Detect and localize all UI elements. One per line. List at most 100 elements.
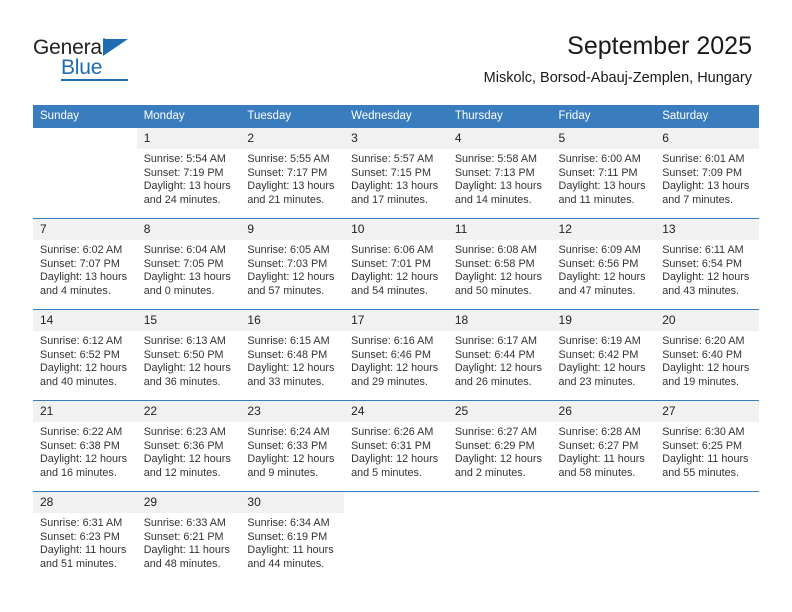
calendar-day-cell[interactable]: 17 Sunrise: 6:16 AM Sunset: 6:46 PM Dayligh… <box>344 309 448 401</box>
calendar-day-cell[interactable]: 6 Sunrise: 6:01 AM Sunset: 7:09 PM Daylight… <box>655 127 759 219</box>
calendar-day-cell[interactable]: 4 Sunrise: 5:58 AM Sunset: 7:13 PM Daylight… <box>447 127 552 219</box>
calendar-day-cell[interactable]: 15 Sunrise: 6:13 AM Sunset: 6:50 PM Dayligh… <box>136 309 241 401</box>
calendar-day-cell[interactable]: 9 Sunrise: 6:05 AM Sunset: 7:03 PM Daylight… <box>240 218 345 310</box>
calendar-day-cell[interactable]: 22 Sunrise: 6:23 AM Sunset: 6:36 PM Dayligh… <box>136 400 241 492</box>
daylight-line: Daylight: 12 hours <box>351 362 439 375</box>
daylight-line: Daylight: 12 hours <box>40 362 128 375</box>
daylight-line: Daylight: 12 hours <box>454 453 542 466</box>
calendar-day-cell[interactable]: 2 Sunrise: 5:55 AM Sunset: 7:17 PM Daylight… <box>240 127 345 219</box>
daylight-line-cont: and 57 minutes. <box>247 284 325 297</box>
day-number: 28 <box>33 492 137 513</box>
day-details: Sunrise: 6:30 AM Sunset: 6:25 PM Daylight:… <box>655 422 759 480</box>
calendar-day-cell[interactable]: 29 Sunrise: 6:33 AM Sunset: 6:21 PM Dayligh… <box>136 491 241 582</box>
sunset-line: Sunset: 7:13 PM <box>454 166 535 179</box>
logo-text-blue: Blue <box>61 56 103 79</box>
day-cell-inner: 11 Sunrise: 6:08 AM Sunset: 6:58 PM Dayligh… <box>447 219 552 309</box>
daylight-line: Daylight: 13 hours <box>558 180 646 193</box>
day-number: 30 <box>240 492 345 513</box>
day-details: Sunrise: 6:19 AM Sunset: 6:42 PM Daylight:… <box>552 331 656 389</box>
general-blue-logo: General Blue <box>33 36 163 82</box>
daylight-line: Daylight: 12 hours <box>143 453 231 466</box>
calendar-day-cell[interactable]: 25 Sunrise: 6:27 AM Sunset: 6:29 PM Dayligh… <box>447 400 552 492</box>
calendar-day-cell[interactable]: 11 Sunrise: 6:08 AM Sunset: 6:58 PM Dayligh… <box>447 218 552 310</box>
day-details: Sunrise: 6:33 AM Sunset: 6:21 PM Daylight:… <box>137 513 241 571</box>
daylight-line-cont: and 4 minutes. <box>40 284 111 297</box>
calendar-day-cell[interactable]: 18 Sunrise: 6:17 AM Sunset: 6:44 PM Dayligh… <box>447 309 552 401</box>
daylight-line: Daylight: 12 hours <box>454 271 542 284</box>
calendar-empty-cell <box>33 127 137 219</box>
daylight-line-cont: and 24 minutes. <box>143 193 221 206</box>
day-number <box>447 492 552 513</box>
sunset-line: Sunset: 7:01 PM <box>351 257 431 270</box>
sunset-line: Sunset: 6:48 PM <box>247 348 328 361</box>
sunset-line: Sunset: 6:19 PM <box>247 530 328 543</box>
calendar-day-cell[interactable]: 23 Sunrise: 6:24 AM Sunset: 6:33 PM Dayligh… <box>240 400 345 492</box>
calendar-day-cell[interactable]: 8 Sunrise: 6:04 AM Sunset: 7:05 PM Daylight… <box>136 218 241 310</box>
day-cell-inner: 2 Sunrise: 5:55 AM Sunset: 7:17 PM Daylight… <box>240 128 345 218</box>
weekday-header-friday: Friday <box>551 105 656 128</box>
daylight-line-cont: and 40 minutes. <box>40 375 117 388</box>
day-number: 3 <box>344 128 448 149</box>
day-details: Sunrise: 6:09 AM Sunset: 6:56 PM Daylight:… <box>552 240 656 298</box>
weekday-header-tuesday: Tuesday <box>240 105 345 128</box>
sunset-line: Sunset: 6:29 PM <box>454 439 535 452</box>
calendar-day-cell[interactable]: 26 Sunrise: 6:28 AM Sunset: 6:27 PM Dayligh… <box>551 400 656 492</box>
calendar-day-cell[interactable]: 1 Sunrise: 5:54 AM Sunset: 7:19 PM Daylight… <box>136 127 241 219</box>
calendar-day-cell[interactable]: 24 Sunrise: 6:26 AM Sunset: 6:31 PM Dayligh… <box>344 400 448 492</box>
sunrise-line: Sunrise: 5:55 AM <box>247 153 330 165</box>
calendar-day-cell[interactable]: 7 Sunrise: 6:02 AM Sunset: 7:07 PM Daylight… <box>33 218 137 310</box>
calendar-empty-cell <box>655 491 759 582</box>
day-details: Sunrise: 6:12 AM Sunset: 6:52 PM Daylight:… <box>33 331 137 389</box>
calendar-day-cell[interactable]: 28 Sunrise: 6:31 AM Sunset: 6:23 PM Dayligh… <box>33 491 137 582</box>
sunrise-line: Sunrise: 6:30 AM <box>662 426 745 438</box>
daylight-line-cont: and 11 minutes. <box>558 193 635 206</box>
calendar-empty-cell <box>447 491 552 582</box>
calendar-day-cell[interactable]: 5 Sunrise: 6:00 AM Sunset: 7:11 PM Daylight… <box>551 127 656 219</box>
sunrise-line: Sunrise: 6:28 AM <box>558 426 641 438</box>
day-details: Sunrise: 6:04 AM Sunset: 7:05 PM Daylight:… <box>137 240 241 298</box>
calendar-day-cell[interactable]: 10 Sunrise: 6:06 AM Sunset: 7:01 PM Dayligh… <box>344 218 448 310</box>
calendar-day-cell[interactable]: 19 Sunrise: 6:19 AM Sunset: 6:42 PM Dayligh… <box>551 309 656 401</box>
daylight-line-cont: and 33 minutes. <box>247 375 325 388</box>
day-number: 27 <box>655 401 759 422</box>
daylight-line-cont: and 55 minutes. <box>662 466 740 479</box>
day-number: 20 <box>655 310 759 331</box>
day-number: 19 <box>551 310 656 331</box>
calendar-day-cell[interactable]: 14 Sunrise: 6:12 AM Sunset: 6:52 PM Dayligh… <box>33 309 137 401</box>
sunset-line: Sunset: 6:21 PM <box>143 530 224 543</box>
sunset-line: Sunset: 6:40 PM <box>662 348 743 361</box>
day-number: 18 <box>447 310 552 331</box>
calendar-day-cell[interactable]: 21 Sunrise: 6:22 AM Sunset: 6:38 PM Dayligh… <box>33 400 137 492</box>
day-number: 8 <box>136 219 241 240</box>
calendar-day-cell[interactable]: 20 Sunrise: 6:20 AM Sunset: 6:40 PM Dayligh… <box>655 309 759 401</box>
calendar-day-cell[interactable]: 30 Sunrise: 6:34 AM Sunset: 6:19 PM Dayligh… <box>240 491 345 582</box>
day-cell-inner: 16 Sunrise: 6:15 AM Sunset: 6:48 PM Dayligh… <box>240 310 345 400</box>
calendar-day-cell[interactable]: 13 Sunrise: 6:11 AM Sunset: 6:54 PM Dayligh… <box>655 218 759 310</box>
sunset-line: Sunset: 6:56 PM <box>558 257 639 270</box>
day-cell-inner: 20 Sunrise: 6:20 AM Sunset: 6:40 PM Dayligh… <box>655 310 759 400</box>
day-details: Sunrise: 6:17 AM Sunset: 6:44 PM Daylight:… <box>448 331 552 389</box>
calendar-day-cell[interactable]: 12 Sunrise: 6:09 AM Sunset: 6:56 PM Dayligh… <box>551 218 656 310</box>
calendar-week-row: 7 Sunrise: 6:02 AM Sunset: 7:07 PM Daylight… <box>33 218 759 310</box>
daylight-line: Daylight: 13 hours <box>40 271 128 284</box>
day-details: Sunrise: 6:23 AM Sunset: 6:36 PM Daylight:… <box>137 422 241 480</box>
sunrise-line: Sunrise: 6:12 AM <box>40 335 123 347</box>
day-details: Sunrise: 6:15 AM Sunset: 6:48 PM Daylight:… <box>240 331 344 389</box>
daylight-line-cont: and 54 minutes. <box>351 284 428 297</box>
calendar-day-cell[interactable]: 27 Sunrise: 6:30 AM Sunset: 6:25 PM Dayligh… <box>655 400 759 492</box>
daylight-line: Daylight: 11 hours <box>662 453 749 466</box>
day-cell-inner: 6 Sunrise: 6:01 AM Sunset: 7:09 PM Daylight… <box>655 128 759 218</box>
sunset-line: Sunset: 7:03 PM <box>247 257 328 270</box>
calendar-day-cell[interactable]: 16 Sunrise: 6:15 AM Sunset: 6:48 PM Dayligh… <box>240 309 345 401</box>
page-subtitle: Miskolc, Borsod-Abauj-Zemplen, Hungary <box>483 70 752 86</box>
sunset-line: Sunset: 6:44 PM <box>454 348 535 361</box>
day-number: 21 <box>33 401 137 422</box>
day-cell-inner <box>33 128 137 218</box>
day-cell-inner: 12 Sunrise: 6:09 AM Sunset: 6:56 PM Dayligh… <box>551 219 656 309</box>
day-number: 7 <box>33 219 137 240</box>
calendar-day-cell[interactable]: 3 Sunrise: 5:57 AM Sunset: 7:15 PM Daylight… <box>344 127 448 219</box>
day-number: 2 <box>240 128 345 149</box>
sunrise-line: Sunrise: 6:01 AM <box>662 153 745 165</box>
day-number: 1 <box>136 128 241 149</box>
day-cell-inner <box>447 492 552 582</box>
